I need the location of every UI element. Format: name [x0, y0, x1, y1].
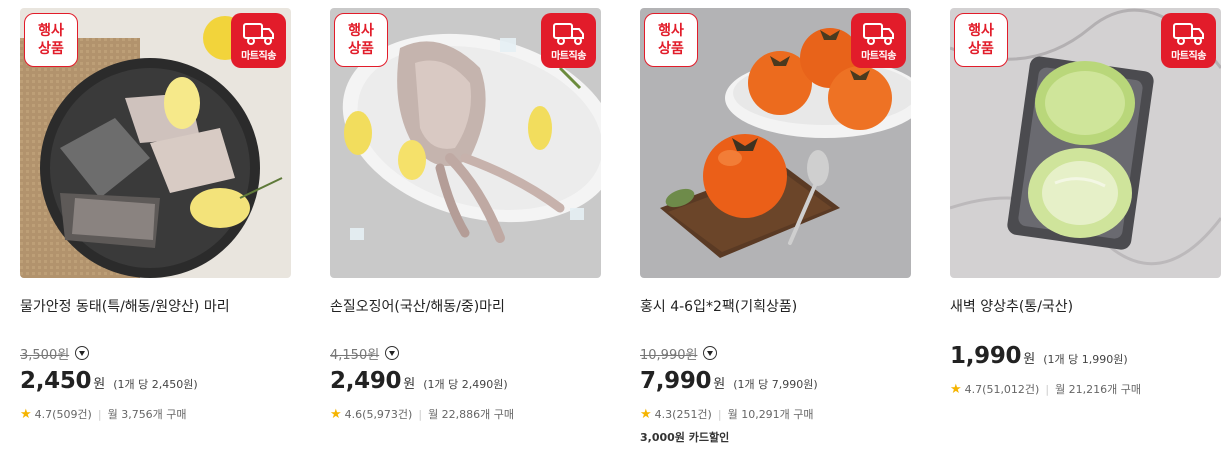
product-title[interactable]: 물가안정 동태(특/해동/원양산) 마리 — [20, 296, 291, 316]
delivery-truck-icon — [553, 23, 584, 45]
star-icon: ★ — [640, 406, 652, 422]
chevron-down-icon[interactable] — [385, 346, 400, 360]
product-card[interactable]: 행사 상품 마트직송 새벽 양상추(통/국산) 1,990 원 (1개 당 1,… — [950, 8, 1221, 458]
product-title[interactable]: 홍시 4-6입*2팩(기획상품) — [640, 296, 911, 316]
event-product-badge: 행사 상품 — [334, 13, 388, 67]
rating: 4.7(509건) — [34, 408, 92, 421]
shipping-badge-label: 마트직송 — [551, 51, 586, 62]
event-badge-line2: 상품 — [968, 41, 994, 57]
mart-shipping-badge: 마트직송 — [1161, 13, 1216, 68]
original-price: 10,990원 — [640, 347, 698, 363]
currency-unit: 원 — [403, 377, 416, 392]
product-title[interactable]: 손질오징어(국산/해동/중)마리 — [330, 296, 601, 316]
rating: 4.6(5,973건) — [344, 408, 413, 421]
monthly-purchases: 월 3,756개 구매 — [107, 408, 187, 421]
monthly-purchases: 월 22,886개 구매 — [428, 408, 515, 421]
sale-price: 7,990 — [640, 368, 712, 394]
currency-unit: 원 — [1023, 352, 1036, 367]
sale-price: 2,490 — [330, 368, 402, 394]
product-card[interactable]: 행사 상품 마트직송 손질오징어(국산/해동/중)마리 4,150원 2,490… — [330, 8, 601, 458]
event-badge-line2: 상품 — [348, 41, 374, 57]
unit-price: (1개 당 2,450원) — [113, 378, 198, 391]
star-icon: ★ — [330, 406, 342, 422]
mart-shipping-badge: 마트직송 — [851, 13, 906, 68]
star-icon: ★ — [950, 381, 962, 397]
event-badge-line1: 행사 — [658, 23, 684, 39]
delivery-truck-icon — [863, 23, 894, 45]
card-discount-promo: 3,000원 카드할인 — [640, 431, 730, 444]
shipping-badge-label: 마트직송 — [1171, 51, 1206, 62]
divider: | — [418, 407, 423, 421]
divider: | — [1045, 382, 1050, 396]
sale-price: 2,450 — [20, 368, 92, 394]
product-card[interactable]: 행사 상품 마트직송 홍시 4-6입*2팩(기획상품) 10,990원 7,99… — [640, 8, 911, 458]
event-product-badge: 행사 상품 — [954, 13, 1008, 67]
product-title[interactable]: 새벽 양상추(통/국산) — [950, 296, 1221, 316]
mart-shipping-badge: 마트직송 — [541, 13, 596, 68]
event-badge-line1: 행사 — [38, 23, 64, 39]
currency-unit: 원 — [713, 377, 726, 392]
unit-price: (1개 당 7,990원) — [733, 378, 818, 391]
event-product-badge: 행사 상품 — [24, 13, 78, 67]
event-product-badge: 행사 상품 — [644, 13, 698, 67]
chevron-down-icon[interactable] — [75, 346, 90, 360]
divider: | — [97, 407, 102, 421]
shipping-badge-label: 마트직송 — [241, 51, 276, 62]
star-icon: ★ — [20, 406, 32, 422]
shipping-badge-label: 마트직송 — [861, 51, 896, 62]
event-badge-line1: 행사 — [348, 23, 374, 39]
event-badge-line2: 상품 — [658, 41, 684, 57]
monthly-purchases: 월 10,291개 구매 — [727, 408, 814, 421]
delivery-truck-icon — [243, 23, 274, 45]
product-card[interactable]: 행사 상품 마트직송 물가안정 동태(특/해동/원양산) 마리 3,500원 2… — [20, 8, 291, 458]
unit-price: (1개 당 2,490원) — [423, 378, 508, 391]
divider: | — [717, 407, 722, 421]
delivery-truck-icon — [1173, 23, 1204, 45]
monthly-purchases: 월 21,216개 구매 — [1055, 383, 1142, 396]
event-badge-line2: 상품 — [38, 41, 64, 57]
original-price: 4,150원 — [330, 347, 380, 363]
mart-shipping-badge: 마트직송 — [231, 13, 286, 68]
chevron-down-icon[interactable] — [703, 346, 718, 360]
sale-price: 1,990 — [950, 343, 1022, 369]
event-badge-line1: 행사 — [968, 23, 994, 39]
original-price: 3,500원 — [20, 347, 70, 363]
rating: 4.3(251건) — [654, 408, 712, 421]
currency-unit: 원 — [93, 377, 106, 392]
rating: 4.7(51,012건) — [964, 383, 1040, 396]
unit-price: (1개 당 1,990원) — [1043, 353, 1128, 366]
